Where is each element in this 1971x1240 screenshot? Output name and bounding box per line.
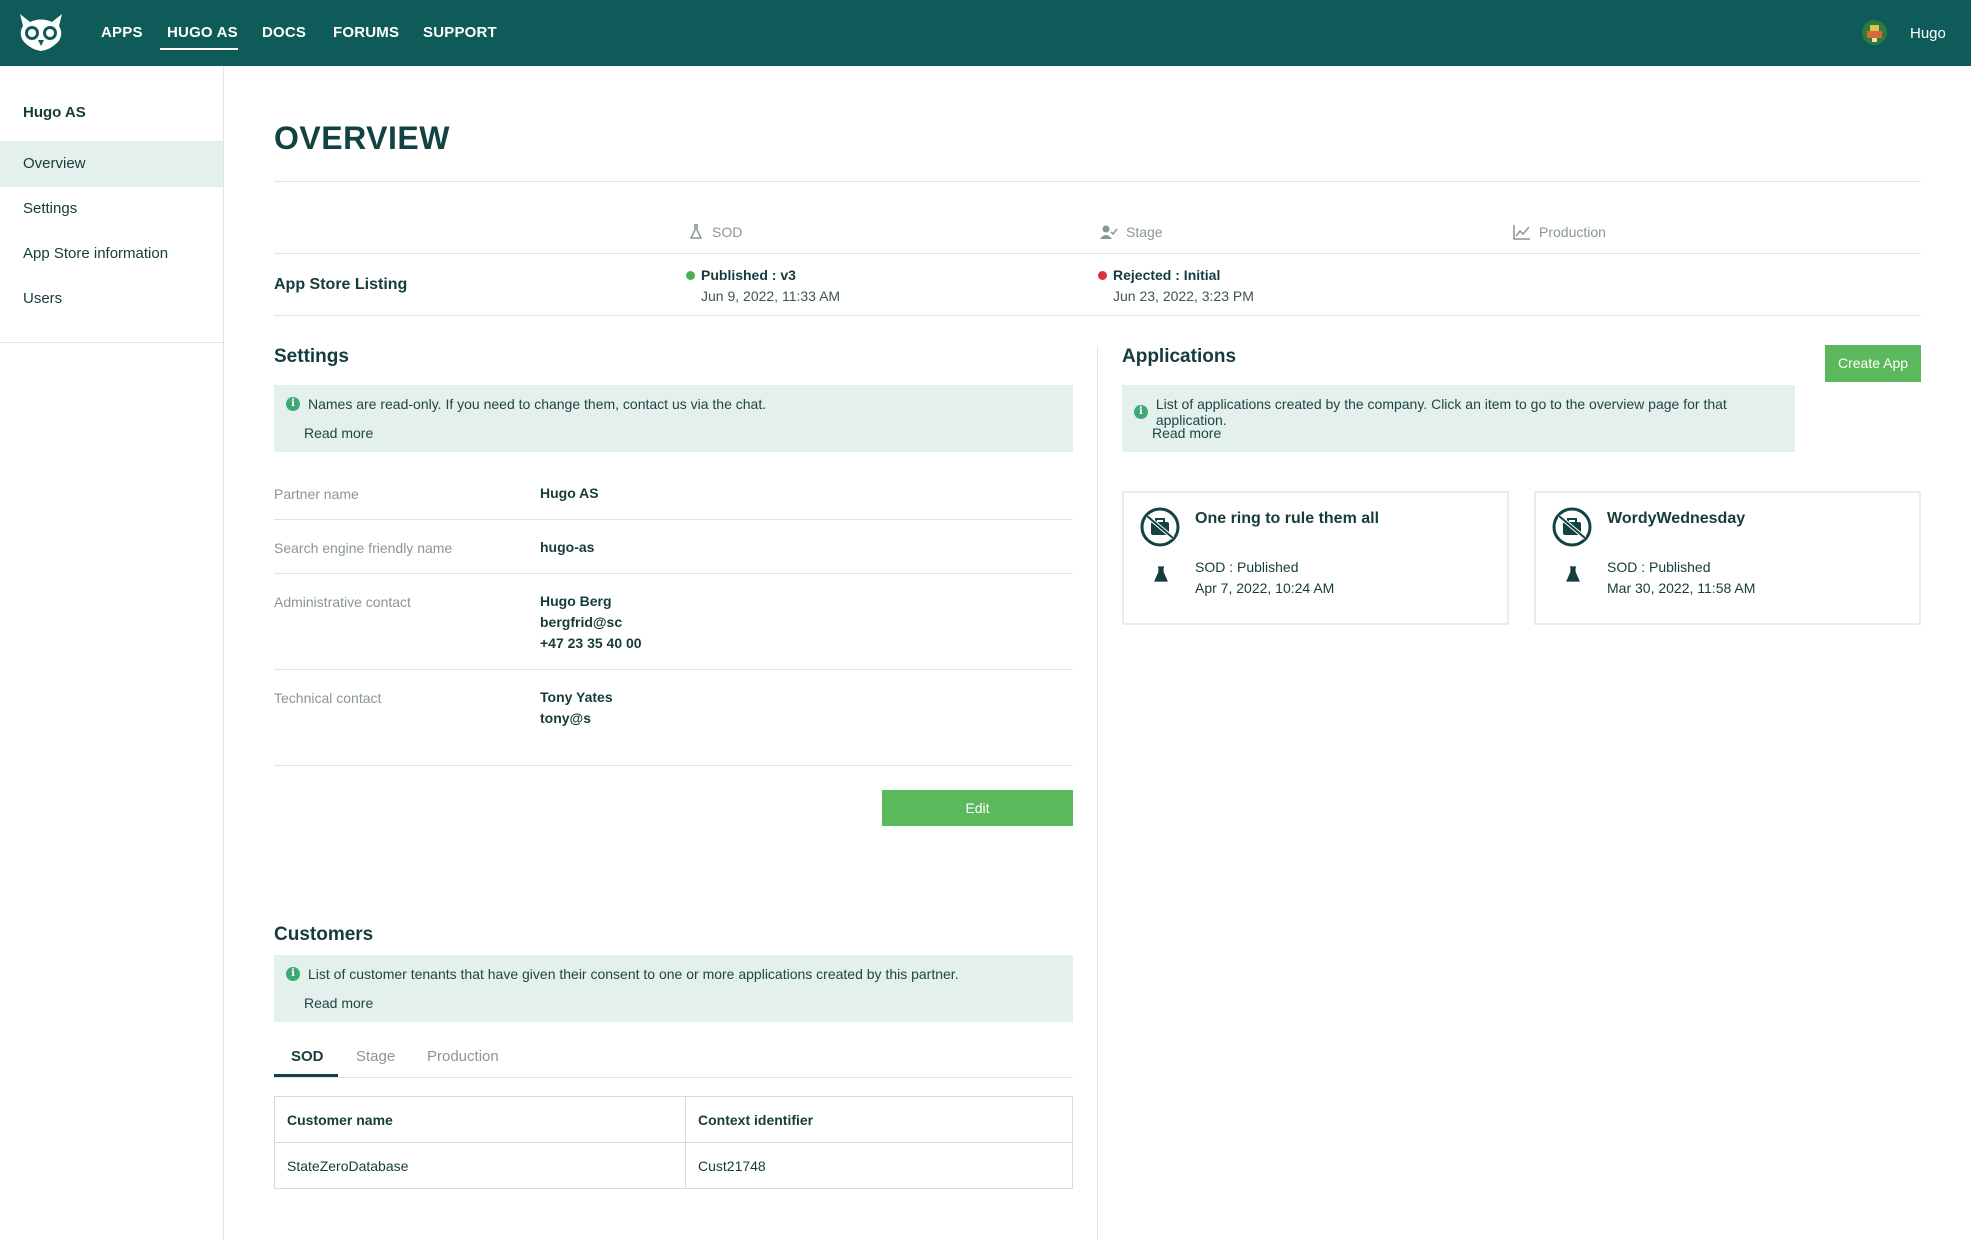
flask-icon (1566, 566, 1580, 582)
app-status-date: Mar 30, 2022, 11:58 AM (1607, 580, 1756, 596)
customers-info-text: List of customer tenants that have given… (308, 966, 959, 982)
customers-title: Customers (274, 924, 374, 945)
admin-contact-email: bergfrid@sc (540, 614, 623, 630)
field-divider (274, 669, 1073, 670)
app-blocked-icon (1140, 507, 1180, 547)
sidebar-divider (0, 342, 223, 343)
info-icon: i (286, 967, 300, 981)
settings-read-more-link[interactable]: Read more (304, 425, 373, 441)
stage-listing-status: Rejected : Initial (1098, 267, 1220, 283)
tech-contact-email: tony@s (540, 710, 591, 726)
settings-info-box: i Names are read-only. If you need to ch… (274, 385, 1073, 452)
seo-name-value: hugo-as (540, 539, 595, 555)
applications-title: Applications (1122, 346, 1237, 367)
title-divider (274, 181, 1921, 182)
listing-bottom-divider (274, 315, 1921, 316)
customer-name-cell: StateZeroDatabase (274, 1142, 686, 1189)
app-status-date: Apr 7, 2022, 10:24 AM (1195, 580, 1335, 596)
status-dot-rejected (1098, 270, 1107, 280)
line-chart-icon (1513, 225, 1530, 240)
nav-hugo-as[interactable]: HUGO AS (167, 24, 238, 41)
app-status: SOD : Published Apr 7, 2022, 10:24 AM (1195, 557, 1334, 599)
env-header-stage: Stage (1100, 224, 1163, 240)
user-check-icon (1100, 225, 1118, 239)
sidebar-title: Hugo AS (23, 104, 86, 121)
tech-contact-value: Tony Yates tony@s (540, 687, 613, 729)
flask-icon (1154, 566, 1168, 582)
nav-support[interactable]: SUPPORT (423, 24, 497, 41)
sod-listing-date: Jun 9, 2022, 11:33 AM (701, 288, 841, 304)
stage-listing-date: Jun 23, 2022, 3:23 PM (1113, 288, 1254, 304)
app-name: WordyWednesday (1607, 510, 1746, 527)
applications-read-more-link[interactable]: Read more (1152, 425, 1221, 441)
sod-listing-status-text: Published : v3 (701, 267, 796, 283)
edit-button[interactable]: Edit (882, 790, 1073, 826)
listing-top-divider (274, 253, 1921, 254)
seo-name-label: Search engine friendly name (274, 540, 453, 556)
nav-apps[interactable]: APPS (101, 24, 143, 41)
applications-info-text: List of applications created by the comp… (1155, 396, 1727, 428)
nav-docs[interactable]: DOCS (262, 24, 306, 41)
user-avatar[interactable] (1862, 20, 1887, 45)
app-status-text: SOD : Published (1195, 559, 1299, 575)
sidebar-item-overview[interactable]: Overview (0, 141, 223, 187)
settings-title: Settings (274, 346, 349, 367)
tab-sod[interactable]: SOD (291, 1048, 324, 1065)
sod-listing-status: Published : v3 (686, 267, 796, 283)
app-store-listing-label: App Store Listing (274, 276, 408, 293)
stage-listing-status-text: Rejected : Initial (1113, 267, 1221, 283)
tab-stage[interactable]: Stage (356, 1048, 395, 1065)
field-divider (274, 573, 1073, 574)
partner-name-label: Partner name (274, 486, 359, 502)
tabs-divider (274, 1077, 1073, 1078)
app-status-text: SOD : Published (1607, 559, 1711, 575)
table-row[interactable]: StateZeroDatabase Cust21748 (274, 1142, 1073, 1189)
admin-contact-phone: +47 23 35 40 00 (540, 635, 642, 651)
env-header-production: Production (1513, 224, 1606, 240)
env-header-stage-label: Stage (1126, 224, 1163, 240)
create-app-button[interactable]: Create App (1825, 345, 1921, 382)
customers-table: Customer name Context identifier StateZe… (274, 1096, 1073, 1189)
info-icon: i (286, 397, 300, 411)
field-divider (274, 519, 1073, 520)
field-divider (274, 765, 1073, 766)
tech-contact-name: Tony Yates (540, 689, 613, 705)
partner-name-value: Hugo AS (540, 485, 599, 501)
column-header-context-identifier[interactable]: Context identifier (685, 1096, 1073, 1143)
user-name[interactable]: Hugo (1910, 25, 1946, 42)
app-name: One ring to rule them all (1195, 510, 1380, 527)
tech-contact-label: Technical contact (274, 690, 382, 706)
owl-logo-icon[interactable] (16, 12, 66, 52)
applications-info-box: i List of applications created by the co… (1122, 385, 1795, 452)
env-header-sod: SOD (688, 224, 742, 240)
top-navigation-bar: APPS HUGO AS DOCS FORUMS SUPPORT Hugo (0, 0, 1971, 66)
env-header-production-label: Production (1539, 224, 1606, 240)
status-dot-published (686, 270, 695, 280)
sidebar: Hugo AS Overview Settings App Store info… (0, 66, 224, 1240)
nav-forums[interactable]: FORUMS (333, 24, 399, 41)
app-blocked-icon (1552, 507, 1592, 547)
customers-info-box: i List of customer tenants that have giv… (274, 955, 1073, 1022)
page-title: OVERVIEW (274, 120, 450, 156)
context-identifier-cell: Cust21748 (685, 1142, 1073, 1189)
sidebar-item-app-store-information[interactable]: App Store information (0, 231, 223, 277)
app-status: SOD : Published Mar 30, 2022, 11:58 AM (1607, 557, 1755, 599)
column-divider (1097, 346, 1098, 1240)
admin-contact-label: Administrative contact (274, 594, 411, 610)
sidebar-item-users[interactable]: Users (0, 276, 223, 322)
app-card-one-ring[interactable]: One ring to rule them all SOD : Publishe… (1122, 491, 1509, 625)
sidebar-item-settings[interactable]: Settings (0, 186, 223, 232)
env-header-sod-label: SOD (712, 224, 743, 240)
tab-production[interactable]: Production (427, 1048, 499, 1065)
nav-active-indicator (160, 48, 238, 50)
table-header-row: Customer name Context identifier (274, 1096, 1073, 1143)
flask-icon (689, 224, 703, 239)
admin-contact-value: Hugo Berg bergfrid@sc +47 23 35 40 00 (540, 591, 642, 654)
customers-read-more-link[interactable]: Read more (304, 995, 373, 1011)
column-header-customer-name[interactable]: Customer name (274, 1096, 686, 1143)
admin-contact-name: Hugo Berg (540, 593, 612, 609)
app-card-wordywednesday[interactable]: WordyWednesday SOD : Published Mar 30, 2… (1534, 491, 1921, 625)
info-icon: i (1134, 405, 1148, 419)
settings-info-text: Names are read-only. If you need to chan… (308, 396, 767, 412)
